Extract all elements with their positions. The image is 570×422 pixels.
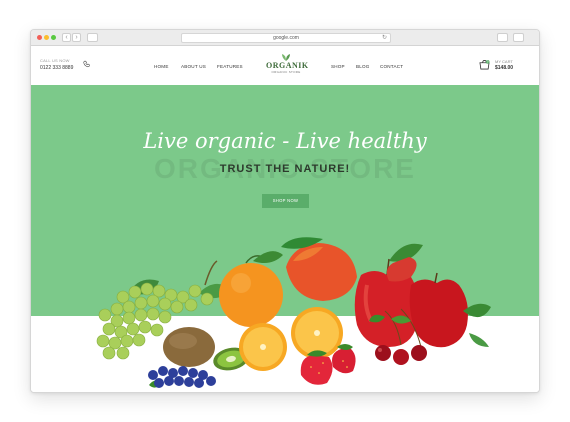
- url-text: google.com: [273, 35, 299, 41]
- reload-icon[interactable]: ↻: [382, 34, 387, 43]
- nav-about-us[interactable]: ABOUT US: [181, 64, 206, 69]
- leaf-logo-icon: [282, 54, 290, 61]
- site-logo[interactable]: ORGANIK ORGANIC STORE: [266, 53, 309, 74]
- close-window-button[interactable]: [37, 35, 42, 40]
- phone-icon: [83, 60, 90, 68]
- browser-window: ‹ › google.com ↻ CALL US NOW 0122 333 88…: [30, 29, 540, 393]
- call-us-block: CALL US NOW 0122 333 8889: [40, 58, 73, 71]
- address-bar[interactable]: google.com ↻: [181, 33, 391, 43]
- fruit-illustration: [96, 237, 491, 388]
- browser-toolbar: ‹ › google.com ↻: [31, 30, 539, 46]
- orange-icon: [219, 251, 283, 327]
- apple-icon: [354, 243, 491, 348]
- cart-label: MY CART: [495, 59, 513, 64]
- forward-button[interactable]: ›: [72, 33, 81, 42]
- nav-contact[interactable]: CONTACT: [380, 64, 403, 69]
- cart-icon: 0: [479, 60, 490, 70]
- mango-icon: [281, 237, 357, 301]
- nav-home[interactable]: HOME: [154, 64, 169, 69]
- sidebar-icon[interactable]: [87, 33, 98, 42]
- minimize-window-button[interactable]: [44, 35, 49, 40]
- nav-shop[interactable]: SHOP: [331, 64, 345, 69]
- nav-blog[interactable]: BLOG: [356, 64, 370, 69]
- site-header: CALL US NOW 0122 333 8889 HOME ABOUT US …: [31, 47, 539, 85]
- maximize-window-button[interactable]: [51, 35, 56, 40]
- nav-features[interactable]: FEATURES: [217, 64, 243, 69]
- back-button[interactable]: ‹: [62, 33, 71, 42]
- logo-subtitle: ORGANIC STORE: [271, 70, 301, 74]
- share-icon[interactable]: [497, 33, 508, 42]
- call-label: CALL US NOW: [40, 58, 70, 63]
- tabs-icon[interactable]: [513, 33, 524, 42]
- blueberry-icon: [148, 366, 216, 388]
- cart-amount: $148.00: [495, 65, 514, 71]
- logo-name: ORGANIK: [266, 61, 309, 70]
- call-number[interactable]: 0122 333 8889: [40, 65, 73, 71]
- kiwi-icon: [163, 327, 249, 371]
